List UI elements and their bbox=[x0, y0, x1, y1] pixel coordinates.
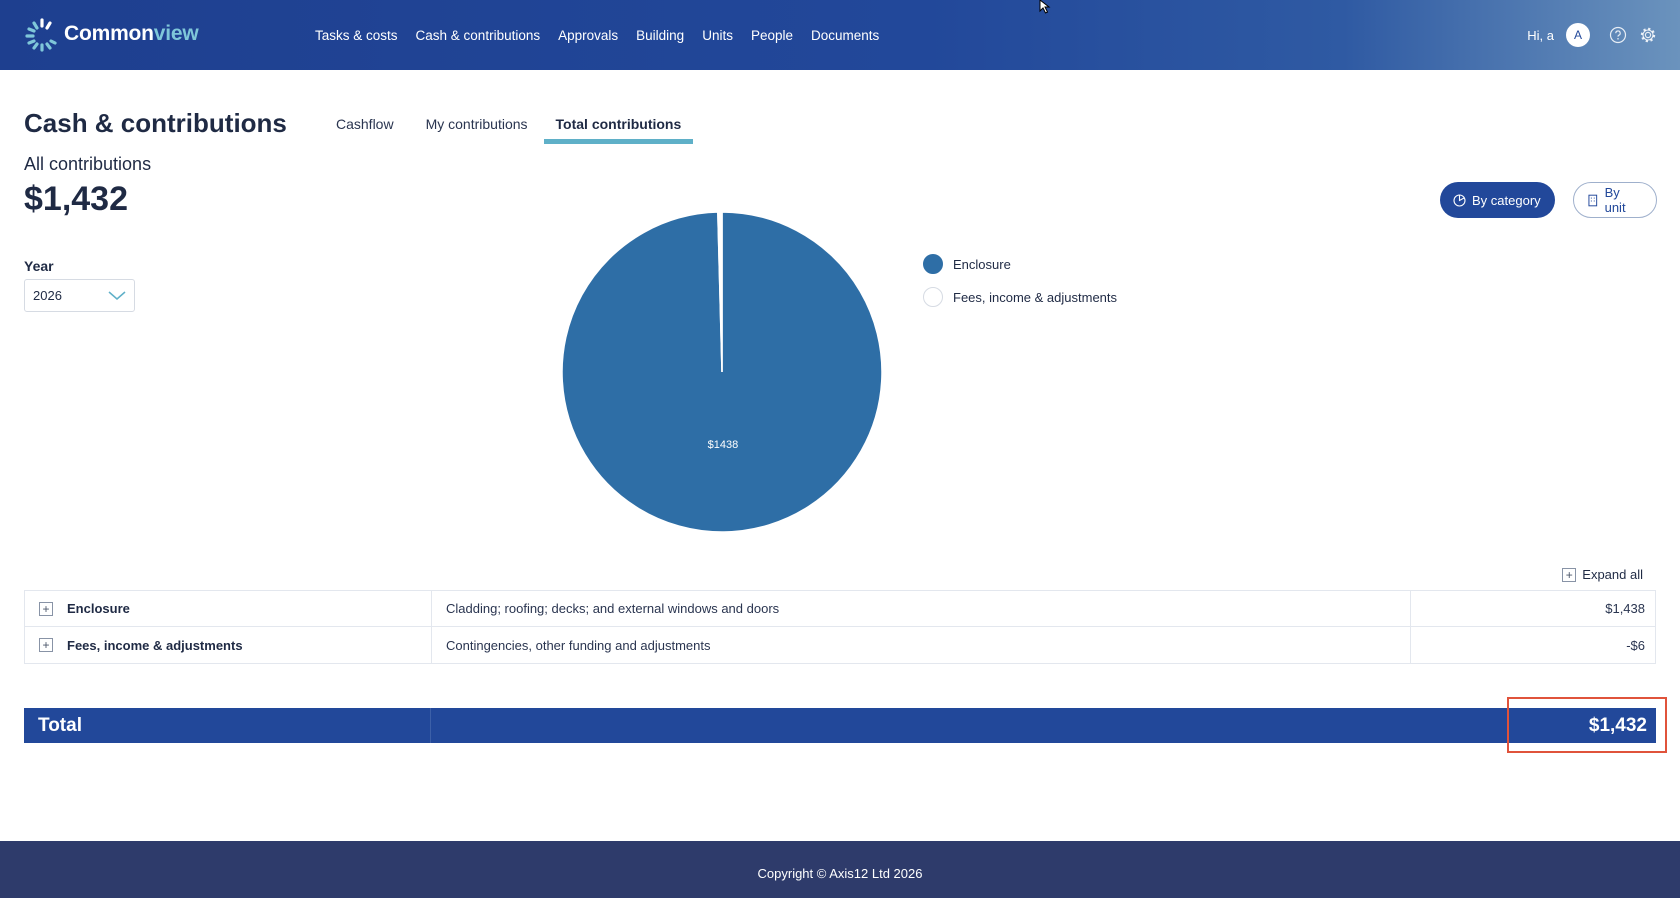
contribution-tabs: Cashflow My contributions Total contribu… bbox=[320, 106, 694, 146]
year-label: Year bbox=[24, 258, 54, 274]
legend-swatch-fees bbox=[923, 287, 943, 307]
nav-people[interactable]: People bbox=[751, 28, 793, 43]
table-row: + Fees, income & adjustments Contingenci… bbox=[25, 627, 1655, 663]
row-category-cell: + Fees, income & adjustments bbox=[25, 627, 432, 663]
legend-swatch-enclosure bbox=[923, 254, 943, 274]
by-unit-label: By unit bbox=[1604, 185, 1626, 215]
expand-all-plus-icon: + bbox=[1562, 567, 1577, 582]
row-category-name: Enclosure bbox=[67, 601, 130, 616]
gear-icon[interactable] bbox=[1636, 23, 1660, 47]
tab-total-contributions[interactable]: Total contributions bbox=[543, 106, 694, 144]
nav-tasks-costs[interactable]: Tasks & costs bbox=[315, 28, 398, 43]
main-navigation: Tasks & costs Cash & contributions Appro… bbox=[315, 0, 897, 70]
expand-row-plus-icon[interactable]: + bbox=[39, 638, 53, 652]
chevron-down-icon bbox=[108, 290, 126, 300]
nav-documents[interactable]: Documents bbox=[811, 28, 879, 43]
tab-my-contributions[interactable]: My contributions bbox=[410, 106, 544, 144]
section-subtitle: All contributions bbox=[24, 154, 152, 174]
footer: Copyright © Axis12 Ltd 2026 bbox=[0, 841, 1680, 898]
expand-row-plus-icon[interactable]: + bbox=[39, 601, 53, 616]
contributions-pie-chart: $1438 bbox=[561, 211, 883, 533]
row-amount: $1,438 bbox=[1605, 601, 1645, 616]
total-row: Total $1,432 bbox=[24, 708, 1656, 743]
chart-legend: Enclosure Fees, income & adjustments bbox=[923, 254, 1117, 320]
avatar[interactable]: A bbox=[1566, 23, 1590, 47]
row-category-cell: + Enclosure bbox=[25, 591, 432, 626]
expand-all-label: Expand all bbox=[1582, 567, 1643, 582]
user-area: Hi, a A bbox=[1527, 0, 1660, 70]
nav-cash-contributions[interactable]: Cash & contributions bbox=[416, 28, 541, 43]
by-unit-button[interactable]: By unit bbox=[1573, 182, 1657, 218]
contributions-table: + Enclosure Cladding; roofing; decks; an… bbox=[24, 590, 1656, 664]
table-row: + Enclosure Cladding; roofing; decks; an… bbox=[25, 591, 1655, 627]
legend-label-fees: Fees, income & adjustments bbox=[953, 289, 1118, 305]
contributions-total: $1,432 bbox=[24, 180, 128, 218]
year-select[interactable]: 2026 bbox=[24, 279, 135, 312]
logo-icon bbox=[25, 18, 57, 52]
total-label: Total bbox=[24, 708, 431, 743]
user-greeting: Hi, a bbox=[1527, 27, 1554, 43]
pie-data-label-0: $1438 bbox=[708, 439, 739, 451]
pie-chart-icon bbox=[1453, 193, 1466, 207]
nav-building[interactable]: Building bbox=[636, 28, 684, 43]
commonview-logo[interactable]: Commonview bbox=[24, 16, 199, 52]
expand-all-button[interactable]: + Expand all bbox=[1562, 567, 1643, 582]
legend-item-fees[interactable]: Fees, income & adjustments bbox=[923, 287, 1117, 307]
nav-units[interactable]: Units bbox=[702, 28, 733, 43]
page-title: Cash & contributions bbox=[24, 108, 287, 138]
copyright-text: Copyright © Axis12 Ltd 2026 bbox=[757, 866, 923, 881]
help-icon[interactable] bbox=[1606, 23, 1630, 47]
by-category-button[interactable]: By category bbox=[1440, 182, 1555, 218]
row-description: Contingencies, other funding and adjustm… bbox=[432, 627, 1411, 663]
total-spacer bbox=[431, 708, 1589, 743]
logo-wordmark: Commonview bbox=[64, 22, 199, 45]
row-category-name: Fees, income & adjustments bbox=[67, 637, 243, 653]
nav-approvals[interactable]: Approvals bbox=[558, 28, 618, 43]
mouse-cursor-icon bbox=[1039, 0, 1051, 14]
by-category-label: By category bbox=[1472, 192, 1541, 208]
highlight-annotation bbox=[1507, 697, 1667, 753]
legend-label-enclosure: Enclosure bbox=[953, 256, 1011, 272]
building-icon bbox=[1588, 194, 1598, 206]
row-amount: -$6 bbox=[1626, 637, 1645, 653]
year-value: 2026 bbox=[33, 288, 62, 303]
row-description: Cladding; roofing; decks; and external w… bbox=[432, 591, 1411, 626]
tab-cashflow[interactable]: Cashflow bbox=[320, 106, 410, 144]
legend-item-enclosure[interactable]: Enclosure bbox=[923, 254, 1117, 274]
top-navbar: Commonview Tasks & costs Cash & contribu… bbox=[0, 0, 1680, 70]
